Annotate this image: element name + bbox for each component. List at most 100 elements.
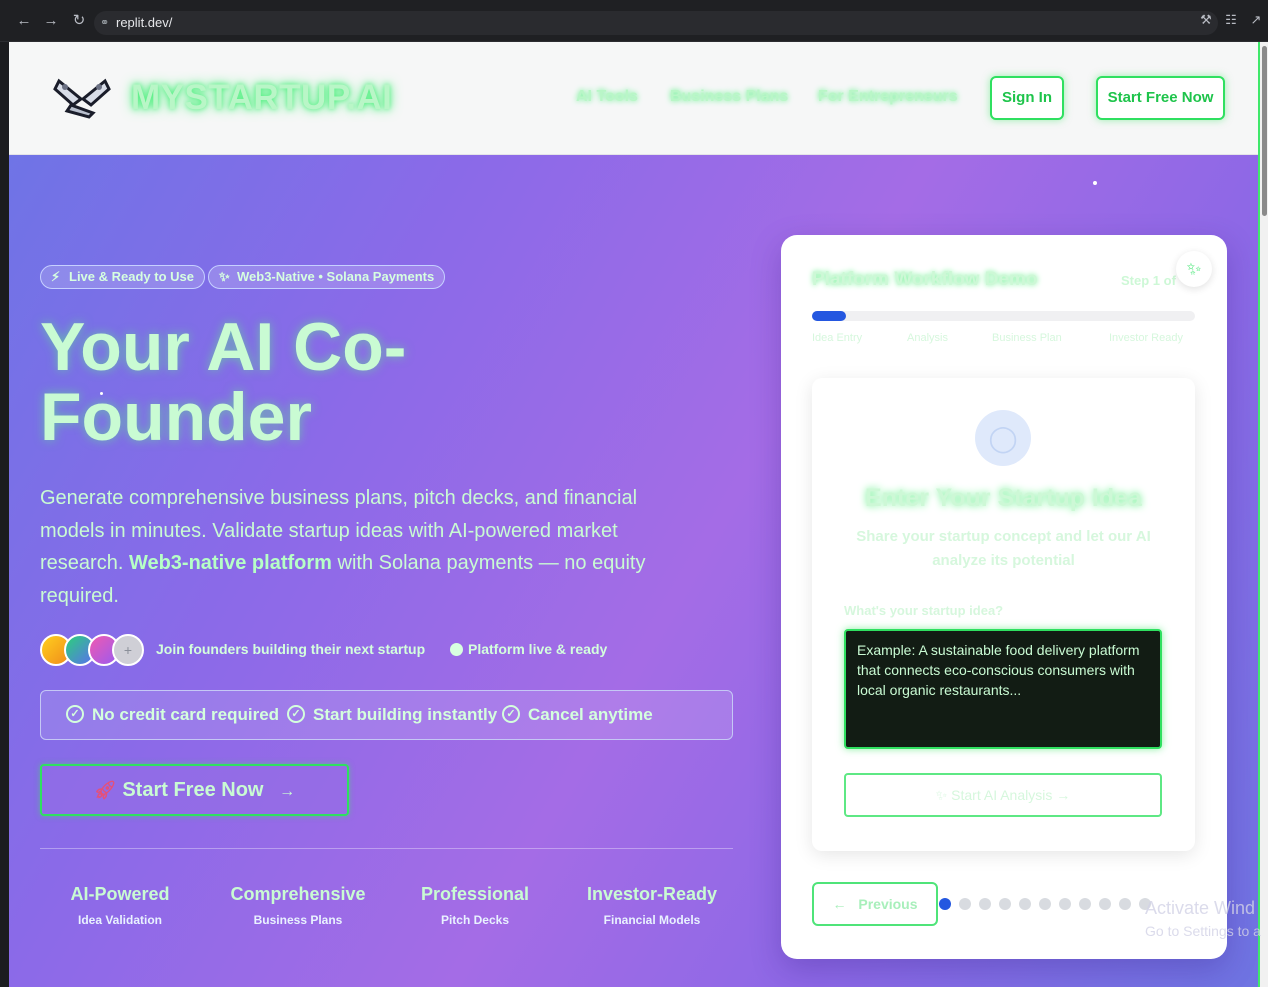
- link-icon: ⚭: [100, 17, 110, 29]
- avatar-stack: +: [40, 634, 150, 666]
- arrow-right-icon: →: [1056, 787, 1071, 803]
- status-dot-icon: [450, 643, 463, 656]
- pagination-dot[interactable]: [1079, 898, 1091, 910]
- badge-live: ⚡︎ Live & Ready to Use: [40, 265, 205, 289]
- sparkles-icon[interactable]: ✨︎: [1176, 251, 1212, 287]
- reload-icon[interactable]: ↻: [70, 12, 88, 30]
- benefit-start-instantly: ✓ Start building instantly: [287, 705, 497, 725]
- benefit-no-credit-card: ✓ No credit card required: [66, 705, 279, 725]
- idea-question-label: What's your startup idea?: [844, 603, 1004, 618]
- benefit-label: Cancel anytime: [528, 705, 653, 724]
- nav-ai-tools[interactable]: AI Tools: [576, 88, 638, 106]
- idea-textarea[interactable]: Example: A sustainable food delivery pla…: [844, 629, 1162, 749]
- progress-fill: [812, 311, 847, 321]
- nav-for-entrepreneurs[interactable]: For Entrepreneurs: [818, 88, 958, 106]
- feature-ai-powered: AI-Powered Idea Validation: [40, 884, 200, 927]
- pagination-dot[interactable]: [1119, 898, 1131, 910]
- badge-web3: ✨︎ Web3-Native • Solana Payments: [208, 265, 446, 289]
- hero-desc-bold: Web3-native platform: [128, 552, 332, 574]
- badge-live-label: Live & Ready to Use: [69, 269, 194, 284]
- feature-subtitle: Financial Models: [603, 913, 701, 927]
- platform-live-label: Platform live & ready: [468, 641, 608, 657]
- rocket-icon: 🚀︎: [93, 780, 117, 800]
- address-bar[interactable]: ⚭ replit.dev/: [94, 11, 1218, 35]
- browser-toolbar: ← → ↻ ⚭ replit.dev/ ⚒ ☷ ↗: [0, 0, 1268, 42]
- start-free-header-button[interactable]: Start Free Now: [1096, 76, 1225, 120]
- sparkles-icon: ✨︎: [219, 269, 230, 284]
- feature-comprehensive: Comprehensive Business Plans: [218, 884, 378, 927]
- page-viewport: MYSTARTUP.AI AI Tools Business Plans For…: [9, 42, 1259, 987]
- devices-icon[interactable]: ☷: [1222, 12, 1240, 30]
- feature-title: AI-Powered: [70, 884, 170, 904]
- start-ai-analysis-button[interactable]: ✨︎ Start AI Analysis →: [844, 773, 1162, 817]
- progress-label-idea-entry: Idea Entry: [812, 332, 863, 344]
- plus-avatar-icon: +: [112, 634, 144, 666]
- benefit-label: No credit card required: [92, 705, 280, 724]
- feature-title: Professional: [420, 884, 530, 904]
- progress-label-investor-ready: Investor Ready: [1109, 332, 1183, 344]
- pagination-dot[interactable]: [1039, 898, 1051, 910]
- feature-title: Comprehensive: [230, 884, 366, 904]
- badge-web3-label: Web3-Native • Solana Payments: [237, 269, 435, 284]
- lightning-icon: ⚡︎: [51, 269, 61, 284]
- feature-subtitle: Pitch Decks: [440, 913, 510, 927]
- pagination-dot[interactable]: [999, 898, 1011, 910]
- platform-live-status: Platform live & ready: [450, 641, 607, 657]
- feature-title: Investor-Ready: [586, 884, 718, 904]
- pagination-dot[interactable]: [939, 898, 951, 910]
- windows-watermark-title: Activate Wind: [1145, 898, 1256, 918]
- cta-label: Start Free Now: [122, 779, 264, 801]
- progress-label-analysis: Analysis: [907, 332, 948, 344]
- brand-name[interactable]: MYSTARTUP.AI: [131, 78, 392, 118]
- pagination-dot[interactable]: [1019, 898, 1031, 910]
- arrow-left-icon: ←: [832, 896, 847, 912]
- check-circle-icon: ✓: [66, 705, 84, 723]
- previous-button[interactable]: ← Previous: [812, 882, 938, 926]
- check-circle-icon: ✓: [502, 705, 520, 723]
- back-icon[interactable]: ←: [15, 12, 33, 30]
- arrow-right-icon: →: [279, 783, 296, 800]
- lightbulb-icon: ◯: [975, 410, 1031, 466]
- feature-subtitle: Business Plans: [253, 913, 343, 927]
- forward-icon[interactable]: →: [42, 12, 60, 30]
- progress-bar: [812, 311, 1195, 321]
- hero-title: Your AI Co- Founder: [40, 312, 500, 452]
- feature-professional: Professional Pitch Decks: [395, 884, 555, 927]
- hero-title-line1: Your AI Co-: [40, 309, 407, 385]
- url-text: replit.dev/: [116, 15, 173, 30]
- feature-subtitle: Idea Validation: [77, 913, 163, 927]
- benefit-label: Start building instantly: [313, 705, 498, 724]
- idea-heading: Enter Your Startup Idea: [865, 484, 1142, 512]
- step-indicator: Step 1 of: [1121, 273, 1176, 288]
- idea-subheading: Share your startup concept and let our A…: [856, 528, 1151, 569]
- sign-in-button[interactable]: Sign In: [990, 76, 1064, 120]
- benefits-box: ✓ No credit card required ✓ Start buildi…: [40, 690, 733, 740]
- join-founders-text: Join founders building their next startu…: [156, 641, 426, 657]
- scrollbar-thumb[interactable]: [1262, 46, 1267, 216]
- divider: [40, 848, 733, 849]
- previous-label: Previous: [858, 896, 918, 912]
- nav-business-plans[interactable]: Business Plans: [670, 88, 788, 106]
- start-free-hero-button[interactable]: 🚀︎ Start Free Now →: [40, 764, 349, 816]
- benefit-cancel-anytime: ✓ Cancel anytime: [502, 705, 653, 725]
- pagination-dot[interactable]: [959, 898, 971, 910]
- open-external-icon[interactable]: ↗: [1247, 12, 1265, 30]
- hero-description: Generate comprehensive business plans, p…: [40, 482, 700, 612]
- pagination-dot[interactable]: [1059, 898, 1071, 910]
- site-header: MYSTARTUP.AI AI Tools Business Plans For…: [9, 42, 1259, 155]
- pagination-dot[interactable]: [979, 898, 991, 910]
- focus-edge: [1258, 42, 1260, 987]
- sparkle-dot: [1093, 181, 1097, 185]
- analyze-label: Start AI Analysis: [951, 787, 1053, 803]
- check-circle-icon: ✓: [287, 705, 305, 723]
- workflow-demo-card: Platform Workflow Demo Step 1 of ✨︎ Idea…: [781, 235, 1227, 959]
- wrench-icon[interactable]: ⚒: [1197, 12, 1215, 30]
- feature-investor-ready: Investor-Ready Financial Models: [572, 884, 732, 927]
- demo-title: Platform Workflow Demo: [812, 269, 1038, 290]
- pagination-dot[interactable]: [1099, 898, 1111, 910]
- logo-icon[interactable]: [51, 75, 113, 119]
- sparkles-icon: ✨︎: [935, 787, 948, 803]
- idea-entry-panel: ◯ Enter Your Startup Idea Share your sta…: [812, 378, 1195, 851]
- windows-watermark-subtitle: Go to Settings to a: [1145, 923, 1261, 939]
- progress-label-business-plan: Business Plan: [992, 332, 1062, 344]
